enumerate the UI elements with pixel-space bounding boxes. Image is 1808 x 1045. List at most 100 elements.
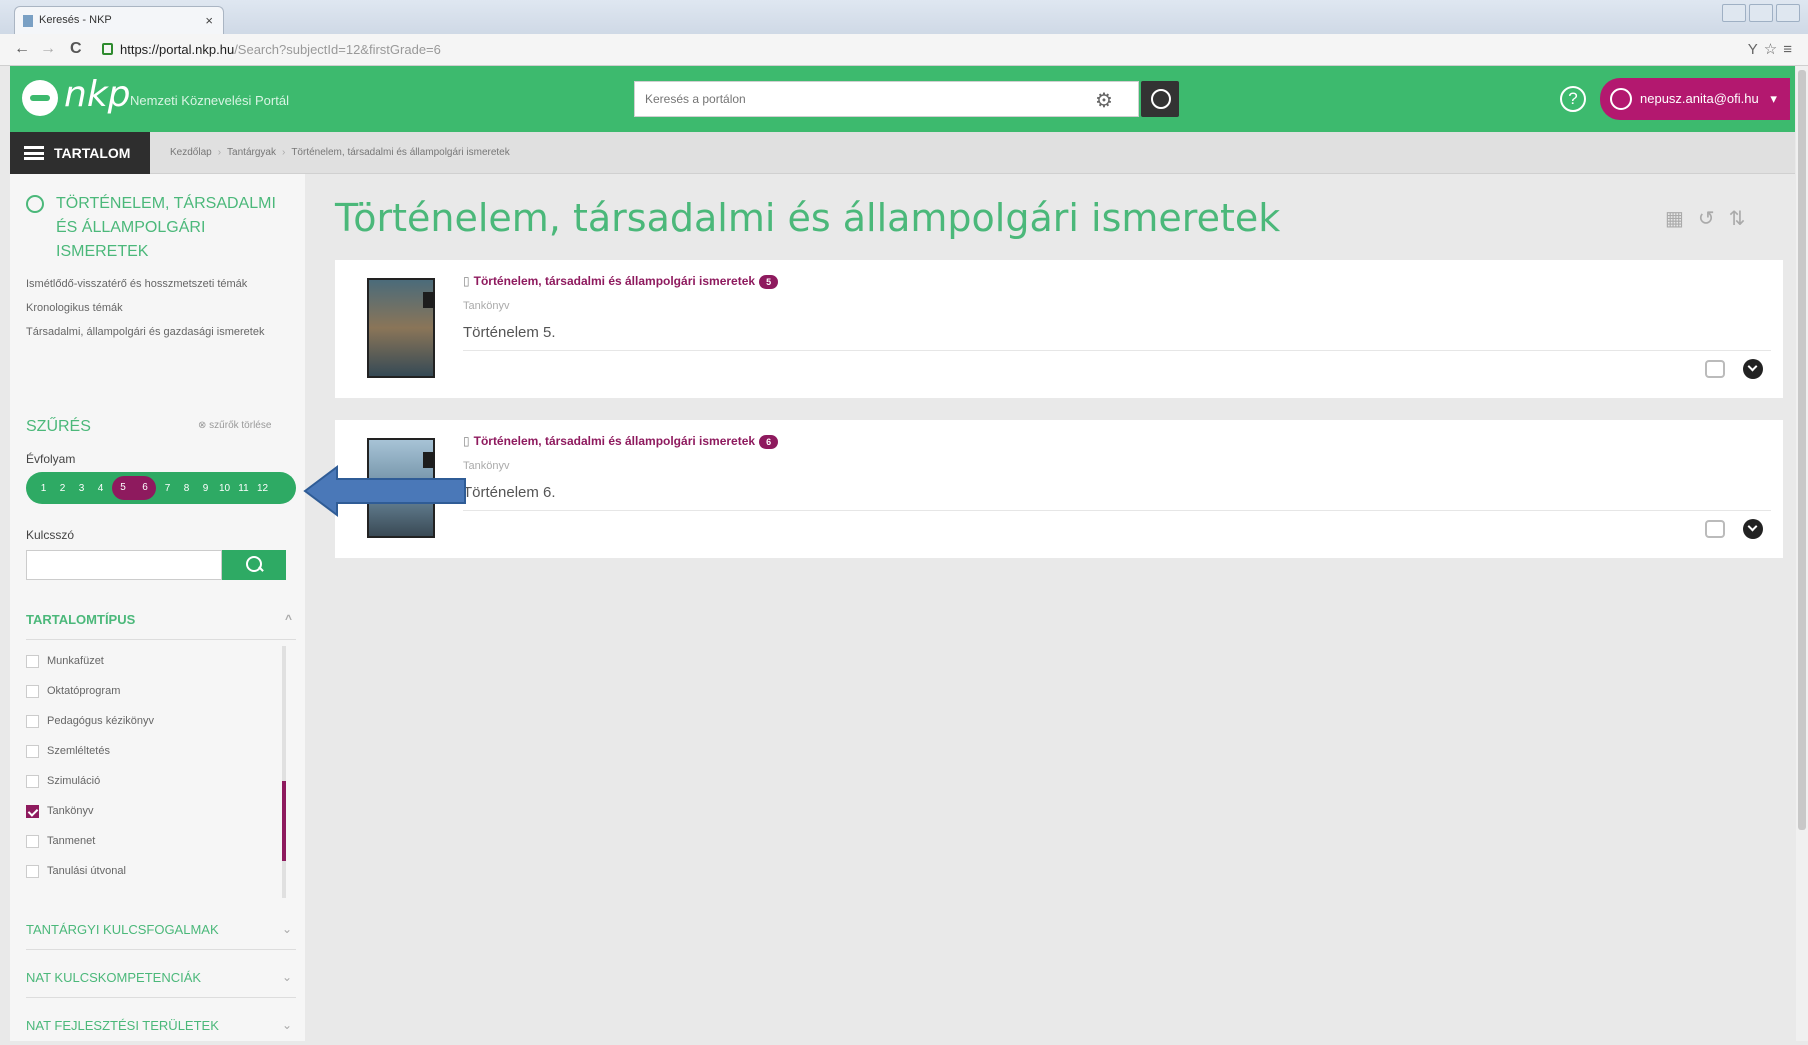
option-label: Szimuláció (47, 775, 101, 787)
grade-option[interactable]: 8 (179, 483, 194, 494)
grade-option[interactable]: 4 (93, 483, 108, 494)
content-type-list: Munkafüzet Oktatóprogram Pedagógus kézik… (26, 646, 296, 898)
book-cover-image[interactable] (367, 278, 435, 378)
address-bar[interactable]: https://portal.nkp.hu/Search?subjectId=1… (100, 38, 1720, 62)
subject-keywords-section[interactable]: TANTÁRGYI KULCSFOGALMAK ⌄ (26, 922, 296, 950)
content-type-option[interactable]: Tanulási útvonal (26, 856, 296, 886)
filter-sliders-icon[interactable]: ⚙ (1095, 88, 1113, 113)
grade-option[interactable]: 9 (198, 483, 213, 494)
grade-badge: 6 (759, 434, 779, 449)
nkp-logo-icon[interactable] (22, 80, 58, 116)
help-icon[interactable]: ? (1560, 86, 1586, 112)
breadcrumb-separator: › (217, 147, 222, 158)
logo-text[interactable]: nkp (64, 74, 131, 115)
close-window-button[interactable] (1776, 4, 1800, 22)
search-button[interactable] (1141, 81, 1179, 117)
topic-link[interactable]: Társadalmi, állampolgári és gazdasági is… (26, 322, 296, 342)
subject-heading[interactable]: TÖRTÉNELEM, TÁRSADALMI ÉS ÁLLAMPOLGÁRI I… (26, 192, 286, 264)
checkbox[interactable] (26, 834, 39, 848)
result-subject[interactable]: ▯ Történelem, társadalmi és állampolgári … (463, 434, 779, 449)
checkbox[interactable] (26, 714, 39, 728)
content-type-option[interactable]: Szemléltetés (26, 736, 296, 766)
content-type-option[interactable]: Oktatóprogram (26, 676, 296, 706)
grade-option[interactable]: 10 (217, 483, 232, 494)
expand-icon[interactable] (1743, 519, 1763, 539)
clear-filters-link[interactable]: ⊗ szűrők törlése (198, 420, 271, 431)
favorite-icon[interactable] (1705, 360, 1725, 378)
checkbox[interactable] (26, 864, 39, 878)
content-type-scrollbar[interactable] (282, 646, 286, 898)
grade-option[interactable]: 2 (55, 483, 70, 494)
result-title[interactable]: Történelem 5. (463, 324, 556, 341)
user-email: nepusz.anita@ofi.hu (1640, 91, 1759, 106)
topic-link[interactable]: Ismétlődő-visszatérő és hosszmetszeti té… (26, 274, 296, 294)
grid-view-icon[interactable]: ▦ (1665, 208, 1698, 230)
grade-option-selected[interactable]: 6 (134, 476, 156, 500)
clear-filters-label: szűrők törlése (209, 420, 272, 431)
page-scrollbar[interactable] (1796, 66, 1808, 1041)
favicon-icon (23, 15, 33, 27)
keyword-search-button[interactable] (222, 550, 286, 580)
nat-competencies-section[interactable]: NAT KULCSKOMPETENCIÁK ⌄ (26, 970, 296, 998)
content-type-header[interactable]: TARTALOMTÍPUS ^ (26, 612, 296, 640)
back-arrow-icon[interactable]: ← (14, 40, 30, 58)
grade-option[interactable]: 11 (236, 483, 251, 494)
topic-link[interactable]: Kronologikus témák (26, 298, 296, 318)
tab-close-icon[interactable]: × (205, 13, 213, 28)
content-type-option[interactable]: Munkafüzet (26, 646, 296, 676)
content-type-option[interactable]: Szimuláció (26, 766, 296, 796)
annotation-arrow-icon (303, 465, 466, 517)
subject-info-icon (26, 195, 44, 213)
sort-icon[interactable]: ⇅ (1729, 208, 1760, 230)
content-type-option[interactable]: Tanmenet (26, 826, 296, 856)
grade-option[interactable]: 1 (36, 483, 51, 494)
subject-text: Történelem, társadalmi és állampolgári i… (473, 434, 756, 448)
result-card[interactable]: ▯ Történelem, társadalmi és állampolgári … (335, 260, 1783, 398)
breadcrumb-home[interactable]: Kezdőlap (170, 147, 212, 158)
window-controls (1722, 4, 1800, 22)
grade-option[interactable]: 3 (74, 483, 89, 494)
minimize-button[interactable] (1722, 4, 1746, 22)
result-subject[interactable]: ▯ Történelem, társadalmi és állampolgári … (463, 274, 779, 289)
option-label: Pedagógus kézikönyv (47, 715, 155, 727)
result-type: Tankönyv (463, 460, 510, 472)
checkbox[interactable] (26, 684, 39, 698)
result-title[interactable]: Történelem 6. (463, 484, 556, 501)
user-menu-button[interactable]: nepusz.anita@ofi.hu ▾ (1600, 78, 1790, 120)
checkbox[interactable] (26, 654, 39, 668)
reload-icon[interactable]: C (70, 40, 82, 58)
book-icon: ▯ (463, 274, 470, 288)
favorite-icon[interactable] (1705, 520, 1725, 538)
divider (463, 350, 1771, 351)
result-type: Tankönyv (463, 300, 510, 312)
checkbox[interactable] (26, 744, 39, 758)
browser-toolbar: ← → C https://portal.nkp.hu/Search?subje… (0, 34, 1808, 66)
chevron-down-icon: ⌄ (281, 970, 292, 984)
scrollbar-thumb[interactable] (282, 781, 286, 861)
option-label: Tanmenet (47, 835, 96, 847)
lock-icon (102, 43, 113, 55)
keyword-input[interactable] (26, 550, 222, 580)
history-icon[interactable]: ↺ (1698, 208, 1729, 230)
content-type-option[interactable]: Pedagógus kézikönyv (26, 706, 296, 736)
checkbox[interactable] (26, 774, 39, 788)
grade-option-selected[interactable]: 5 (112, 476, 134, 500)
divider (463, 510, 1771, 511)
grade-badge: 5 (759, 274, 779, 289)
browser-tab[interactable]: Keresés - NKP × (14, 6, 224, 34)
book-icon: ▯ (463, 434, 470, 448)
maximize-button[interactable] (1749, 4, 1773, 22)
content-menu-button[interactable]: TARTALOM (10, 132, 150, 174)
page-scrollbar-thumb[interactable] (1798, 70, 1806, 830)
breadcrumb-subjects[interactable]: Tantárgyak (227, 147, 276, 158)
browser-menu-icons[interactable]: Y☆≡ (1748, 40, 1798, 58)
result-card[interactable]: ▯ Történelem, társadalmi és állampolgári … (335, 420, 1783, 558)
grade-option[interactable]: 7 (160, 483, 175, 494)
url-host: https://portal.nkp.hu (120, 42, 235, 57)
expand-icon[interactable] (1743, 359, 1763, 379)
grade-option[interactable]: 12 (255, 483, 270, 494)
search-input[interactable] (635, 82, 1075, 116)
checkbox-checked[interactable] (26, 804, 39, 818)
content-type-option[interactable]: Tankönyv (26, 796, 296, 826)
forward-arrow-icon[interactable]: → (40, 40, 56, 58)
